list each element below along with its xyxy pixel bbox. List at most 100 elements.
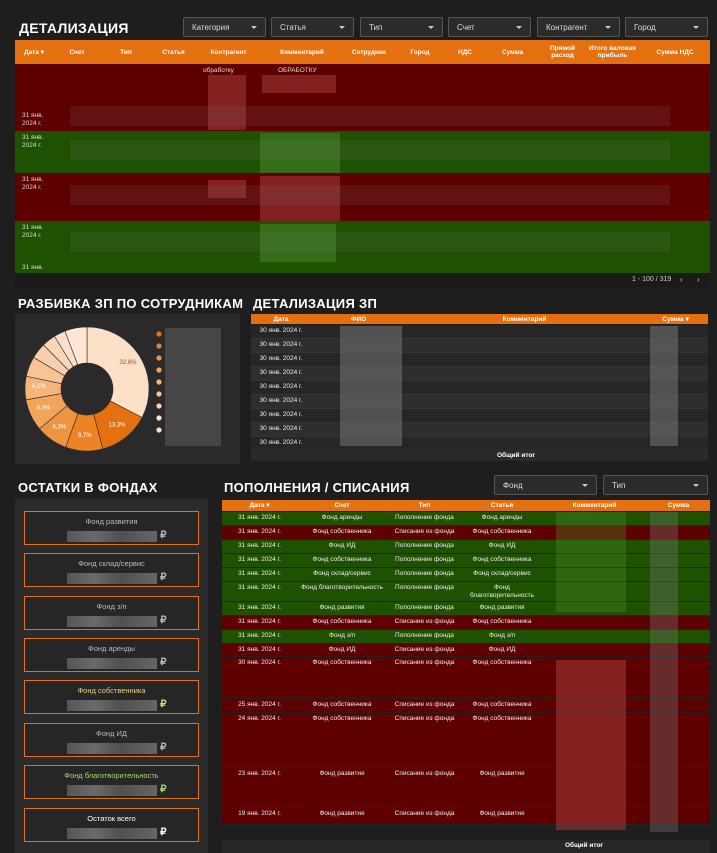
redacted-value: ₽ [66, 827, 167, 839]
col-vat[interactable]: НДС [445, 49, 485, 56]
col-gross-profit[interactable]: Итого валовая прибыль [585, 45, 640, 59]
pie-slice[interactable] [86, 326, 150, 418]
cell-account: Фонд аренды [321, 514, 363, 521]
table-row[interactable]: 30 янв. 2024 г. [251, 423, 708, 437]
row-date: 31 янв. 2024 г. [22, 134, 44, 149]
col-sum[interactable]: Сумма ▾ [643, 316, 708, 323]
table-row[interactable]: 30 янв. 2024 г. [251, 367, 708, 381]
cell-article: Фонд собственника [472, 528, 532, 535]
table-row[interactable]: 31 янв. 2024 г. Фонд развития Пополнение ф… [222, 602, 710, 616]
fund-card[interactable]: Фонд склад/сервис ₽ [24, 553, 199, 587]
col-city[interactable]: Город [395, 49, 445, 56]
col-counterparty[interactable]: Контрагент [196, 49, 261, 56]
table-row[interactable]: 23 янв. 2024 г. Фонд развития Списание из … [222, 768, 710, 808]
fund-name: Фонд благотворительность [64, 771, 159, 780]
table-row[interactable]: 30 янв. 2024 г. [251, 325, 708, 339]
cell-type: Пополнение фонда [395, 584, 454, 591]
next-page-icon[interactable]: › [697, 275, 700, 284]
salary-detail-header: Дата ФИО Комментарий Сумма ▾ [251, 314, 708, 324]
table-row[interactable]: 25 янв. 2024 г. Фонд собственника Списание… [222, 699, 710, 713]
legend-dot [156, 415, 162, 421]
fund-card[interactable]: Фонд аренды ₽ [24, 638, 199, 672]
col-sum[interactable]: Сумма [647, 502, 710, 509]
table-row[interactable]: 30 янв. 2024 г. [251, 381, 708, 395]
table-row[interactable]: 19 янв. 2024 г. Фонд развития Списание из … [222, 808, 710, 825]
col-article[interactable]: Статья [151, 49, 196, 56]
col-account[interactable]: Счет [297, 502, 387, 509]
cell-type: Списание из фонда [394, 618, 455, 625]
cell-account: Фонд склад/сервис [313, 570, 371, 577]
table-row[interactable]: 31 янв. 2024 г. Фонд з/п Пополнение фонда Ф… [222, 630, 710, 644]
col-direct-expense[interactable]: Прямой расход [540, 45, 585, 59]
table-row[interactable]: 31 янв. 2024 г. Фонд ИД Пополнение фонда Фо… [222, 540, 710, 554]
table-row[interactable]: 30 янв. 2024 г. [251, 395, 708, 409]
filter-city[interactable]: Город [625, 17, 708, 37]
col-employee[interactable]: Сотрудник [343, 49, 395, 56]
col-comment[interactable]: Комментарий [261, 49, 343, 56]
fund-card[interactable]: Фонд благотворительность ₽ [24, 765, 199, 799]
filter-account[interactable]: Счет [448, 17, 531, 37]
col-type[interactable]: Тип [101, 49, 151, 56]
salary-detail-title: ДЕТАЛИЗАЦИЯ ЗП [253, 296, 378, 311]
table-row[interactable]: 31 янв. 2024 г. Фонд ИД Списание из фонда Ф… [222, 644, 710, 657]
table-row[interactable]: 31 янв. 2024 г. Фонд аренды Пополнение фон… [222, 512, 710, 526]
redacted-block [70, 106, 670, 126]
col-vat-sum[interactable]: Сумма НДС [640, 49, 710, 56]
table-row[interactable]: 31 янв. 2024 г. Фонд собственника Списание… [222, 526, 710, 540]
col-comment[interactable]: Комментарий [542, 502, 647, 509]
col-article[interactable]: Статья [462, 502, 542, 509]
table-row[interactable]: 30 янв. 2024 г. [251, 409, 708, 423]
pie-label: 8,3% [53, 424, 67, 430]
col-comment[interactable]: Комментарий [406, 316, 643, 323]
col-sum[interactable]: Сумма [485, 49, 540, 56]
table-row[interactable]: 31 янв. 2024 г. Фонд собственника Списание… [222, 616, 710, 630]
funds-title: ОСТАТКИ В ФОНДАХ [18, 480, 158, 495]
cell-article: Фонд собственника [472, 659, 532, 666]
table-row[interactable]: 30 янв. 2024 г. [251, 353, 708, 367]
fund-card[interactable]: Фонд з/п ₽ [24, 596, 199, 630]
cell-account: Фонд ИД [328, 646, 356, 653]
table-row[interactable] [15, 263, 710, 273]
table-row[interactable]: 24 янв. 2024 г. Фонд собственника Списание… [222, 713, 710, 768]
filter-article[interactable]: Статья [271, 17, 354, 37]
fund-card[interactable]: Фонд ИД ₽ [24, 723, 199, 757]
col-type[interactable]: Тип [387, 502, 462, 509]
currency-symbol: ₽ [160, 699, 167, 710]
table-row[interactable]: 31 янв. 2024 г. Фонд собственника Пополнен… [222, 554, 710, 568]
cell-type: Списание из фонда [394, 528, 455, 535]
cell-type: Списание из фонда [394, 770, 455, 777]
pie-label: 9,7% [78, 433, 92, 439]
col-date[interactable]: Дата ▾ [15, 49, 53, 56]
filter-fund[interactable]: Фонд [494, 475, 597, 495]
col-date[interactable]: Дата ▾ [222, 502, 297, 509]
topups-total: Общий итог [222, 840, 710, 853]
col-account[interactable]: Счет [53, 49, 101, 56]
table-row[interactable]: 31 янв. 2024 г. Фонд благотворительность П… [222, 582, 710, 602]
chevron-down-icon [693, 483, 699, 487]
fund-card[interactable]: Остаток всего ₽ [24, 808, 199, 842]
redacted-value: ₽ [66, 784, 167, 796]
cell-account: Фонд благотворительность [301, 584, 383, 591]
pagination-bar [15, 273, 710, 287]
annotation-text: ОБРАБОТКУ [278, 67, 317, 74]
fund-card[interactable]: Фонд развития ₽ [24, 511, 199, 545]
chevron-down-icon [605, 25, 611, 29]
fund-card[interactable]: Фонд собственника ₽ [24, 680, 199, 714]
redacted-value: ₽ [66, 699, 167, 711]
prev-page-icon[interactable]: ‹ [680, 275, 683, 284]
cell-article: Фонд собственника [472, 556, 532, 563]
table-row[interactable]: 31 янв. 2024 г. Фонд склад/сервис Пополнен… [222, 568, 710, 582]
filter-topup-type[interactable]: Тип [603, 475, 708, 495]
pie-label: 8,3% [37, 405, 51, 411]
table-row[interactable]: 30 янв. 2024 г. [251, 339, 708, 353]
filter-type[interactable]: Тип [360, 17, 443, 37]
table-row[interactable]: 30 янв. 2024 г. Фонд собственника Списание… [222, 657, 710, 699]
pie-label: 13,3% [109, 422, 127, 428]
cell-account: Фонд собственника [312, 715, 372, 722]
col-date[interactable]: Дата [251, 316, 311, 323]
annotation-text: обработку [203, 67, 234, 74]
filter-category[interactable]: Категория [183, 17, 266, 37]
filter-counterparty[interactable]: Контрагент [537, 17, 620, 37]
col-name[interactable]: ФИО [311, 316, 406, 323]
legend-dot [156, 343, 162, 349]
